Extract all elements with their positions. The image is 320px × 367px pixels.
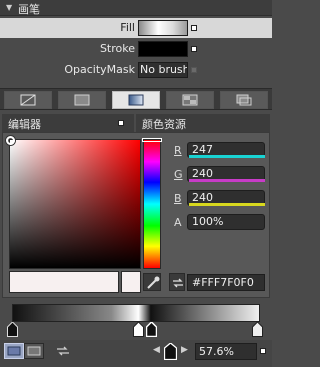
tab-color-resources[interactable]: 颜色资源 xyxy=(136,114,270,132)
gradient-brush-icon xyxy=(128,94,144,106)
stroke-property-row[interactable]: Stroke xyxy=(0,39,272,59)
eyedropper-button[interactable] xyxy=(143,273,161,291)
brush-type-tabbar xyxy=(0,88,272,110)
gradient-stop-offset-input[interactable]: 57.6% xyxy=(195,343,257,360)
stroke-label: Stroke xyxy=(99,42,135,55)
gradient-stop[interactable] xyxy=(252,322,263,337)
red-channel-bar xyxy=(189,155,265,158)
green-channel-label: G xyxy=(174,168,183,181)
hex-color-input[interactable]: #FFF7F0F0 xyxy=(187,274,265,291)
next-stop-arrow-icon[interactable]: ▶ xyxy=(181,345,188,355)
reverse-gradient-icon[interactable] xyxy=(55,344,71,358)
stroke-advanced-marker[interactable] xyxy=(191,46,197,52)
gradient-stop-selected[interactable] xyxy=(146,322,157,337)
prev-stop-arrow-icon[interactable]: ◀ xyxy=(153,345,160,355)
swap-arrows-icon xyxy=(173,278,183,288)
solid-color-brush-icon xyxy=(74,94,90,106)
fill-gradient-swatch[interactable] xyxy=(138,20,188,36)
linear-gradient-button[interactable] xyxy=(4,343,24,359)
current-color-swatch xyxy=(9,271,119,293)
alpha-channel-input[interactable]: 100% xyxy=(187,214,265,230)
brush-section-header[interactable]: ▼ 画笔 xyxy=(0,0,272,16)
radial-gradient-icon xyxy=(27,346,41,356)
offset-advanced-marker[interactable] xyxy=(260,348,266,354)
opacitymask-label: OpacityMask xyxy=(64,63,135,76)
tab-editor[interactable]: 编辑器 xyxy=(2,114,134,132)
opacitymask-property-row[interactable]: OpacityMask No brush xyxy=(0,60,272,80)
color-picker-cursor[interactable] xyxy=(6,136,15,145)
eyedropper-icon xyxy=(147,276,160,289)
gradient-stop[interactable] xyxy=(133,322,144,337)
tab-gradient[interactable] xyxy=(112,91,160,109)
saturation-value-picker[interactable] xyxy=(6,136,141,269)
section-title: 画笔 xyxy=(18,3,40,16)
blue-channel-bar xyxy=(189,203,265,206)
tab-solid-color[interactable] xyxy=(58,91,106,109)
no-brush-icon xyxy=(20,94,36,106)
tab-editor-label: 编辑器 xyxy=(8,118,41,131)
fill-property-row[interactable]: Fill xyxy=(0,18,272,38)
opacitymask-value[interactable]: No brush xyxy=(138,62,188,78)
fill-advanced-marker[interactable] xyxy=(191,25,197,31)
gradient-bar[interactable] xyxy=(12,304,260,322)
tab-brush-resource[interactable] xyxy=(220,91,268,109)
tile-brush-icon xyxy=(182,94,198,106)
green-channel-bar xyxy=(189,179,265,182)
linear-gradient-icon xyxy=(7,346,21,356)
gradient-stop[interactable] xyxy=(7,322,18,337)
color-editor-panel: R 247 G 240 B 240 A 100% #FFF7F0F0 xyxy=(2,132,270,298)
red-channel-label: R xyxy=(174,144,182,157)
opacitymask-advanced-marker[interactable] xyxy=(191,67,197,73)
tab-color-resources-label: 颜色资源 xyxy=(142,118,186,131)
stroke-color-swatch[interactable] xyxy=(138,41,188,57)
radial-gradient-button[interactable] xyxy=(24,343,44,359)
tab-no-brush[interactable] xyxy=(4,91,52,109)
editor-marker[interactable] xyxy=(118,120,124,126)
brush-resource-icon xyxy=(236,94,252,106)
original-color-swatch[interactable] xyxy=(121,271,141,293)
collapse-triangle-icon[interactable]: ▼ xyxy=(6,3,12,12)
hue-slider[interactable] xyxy=(142,138,162,269)
color-format-toggle-button[interactable] xyxy=(169,273,185,291)
tab-tile[interactable] xyxy=(166,91,214,109)
blue-channel-label: B xyxy=(174,192,182,205)
fill-label: Fill xyxy=(120,21,135,34)
selected-stop-indicator-icon xyxy=(164,343,177,360)
hue-slider-thumb[interactable] xyxy=(142,138,162,142)
alpha-channel-label: A xyxy=(174,216,182,229)
